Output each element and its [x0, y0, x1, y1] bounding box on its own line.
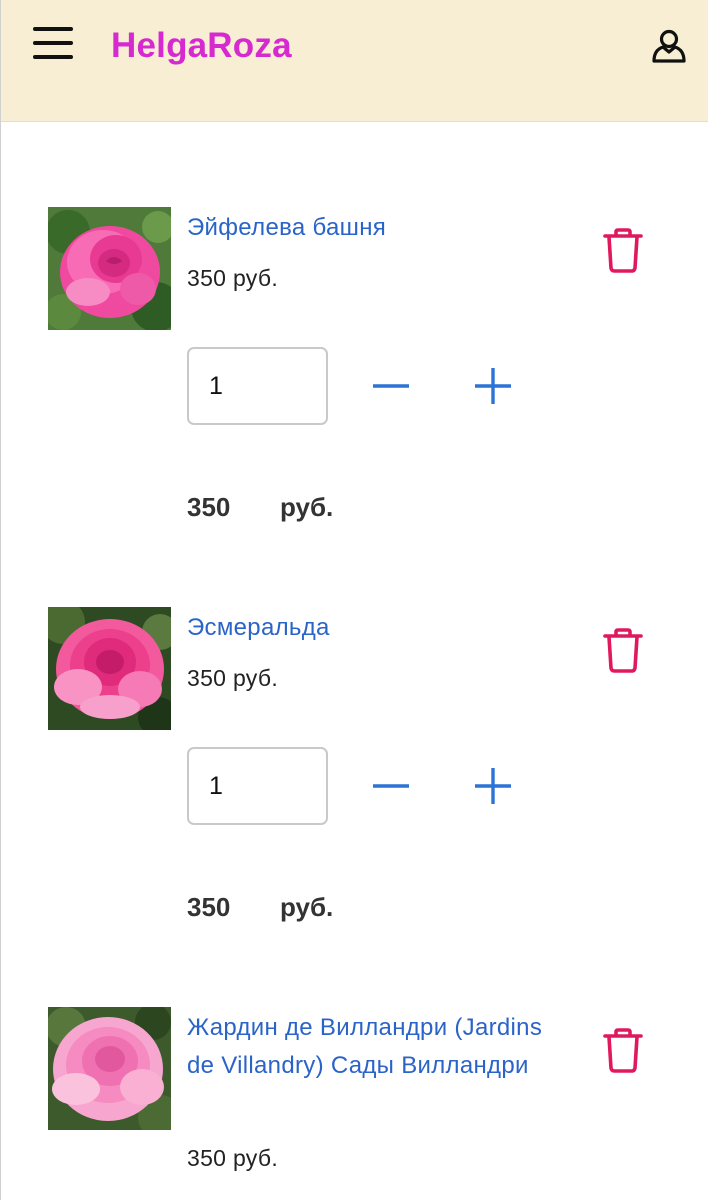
item-total-currency: руб.	[280, 492, 334, 522]
product-name-link[interactable]: Эсмеральда	[187, 609, 547, 647]
delete-icon[interactable]	[601, 627, 645, 675]
product-image[interactable]	[48, 207, 171, 330]
hamburger-menu-icon[interactable]	[29, 22, 79, 66]
item-total: 350 руб.	[187, 892, 333, 923]
product-image[interactable]	[48, 1007, 171, 1130]
product-price: 350 руб.	[187, 665, 279, 691]
user-icon[interactable]	[649, 26, 689, 66]
product-price: 350 руб.	[187, 265, 279, 291]
item-total-value: 350	[187, 492, 231, 522]
item-total-value: 350	[187, 892, 231, 922]
delete-icon[interactable]	[601, 227, 645, 275]
product-price: 350 руб.	[187, 1145, 279, 1171]
quantity-input[interactable]	[187, 347, 328, 425]
brand-logo[interactable]: HelgaRoza	[111, 26, 292, 66]
decrease-quantity-icon[interactable]	[369, 764, 413, 808]
item-total: 350 руб.	[187, 492, 333, 523]
product-name-link[interactable]: Жардин де Вилландри (Jardins de Villandr…	[187, 1009, 547, 1085]
product-name-link[interactable]: Эйфелева башня	[187, 209, 547, 247]
item-total-currency: руб.	[280, 892, 334, 922]
quantity-input[interactable]	[187, 747, 328, 825]
delete-icon[interactable]	[601, 1027, 645, 1075]
increase-quantity-icon[interactable]	[471, 364, 515, 408]
app-header: HelgaRoza	[1, 0, 708, 122]
increase-quantity-icon[interactable]	[471, 764, 515, 808]
decrease-quantity-icon[interactable]	[369, 364, 413, 408]
product-image[interactable]	[48, 607, 171, 730]
